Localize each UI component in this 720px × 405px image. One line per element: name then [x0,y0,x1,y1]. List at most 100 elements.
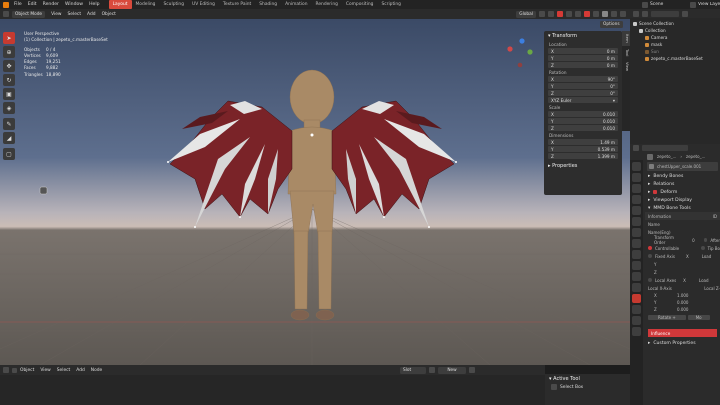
empty-object-icon[interactable] [39,186,48,195]
properties-tab-view-layer-icon[interactable] [632,195,641,204]
properties-tab-data-icon[interactable] [632,283,641,292]
rotation-z-field[interactable]: Z 0° [548,90,618,96]
deform-checkbox[interactable] [653,190,658,194]
outliner-editor-icon[interactable] [633,10,639,17]
workspace-tab-texture-paint[interactable]: Texture Paint [219,0,255,9]
scene-icon[interactable] [642,1,648,8]
wing-right[interactable] [331,100,456,227]
transform-order-value[interactable]: 0 [687,238,695,243]
move-tool[interactable]: ✥ [3,60,15,72]
after-dynamics-checkbox[interactable] [703,238,708,242]
annotate-tool[interactable]: ✎ [3,118,15,130]
section-deform[interactable]: ▸ Deform [645,188,720,196]
blender-logo-icon[interactable] [3,1,9,8]
outliner-search-input[interactable] [651,10,679,17]
outliner-row[interactable]: Scene Collection [630,20,720,27]
rotation-mode-select[interactable]: XYZ Euler ▾ [548,97,618,103]
viewport-menu-object[interactable]: Object [102,12,116,17]
properties-search-input[interactable] [642,145,688,151]
display-mode-icon[interactable] [642,10,648,17]
menu-edit[interactable]: Edit [25,2,40,7]
properties-tab-object-icon[interactable] [632,228,641,237]
properties-tab-bone-icon[interactable] [632,294,641,303]
outliner-row[interactable]: Sun [630,48,720,55]
properties-section-header[interactable]: ▸ Properties [544,161,622,171]
active-tool-header[interactable]: ▾ Active Tool [545,374,630,384]
sidebar-tab-tool[interactable]: Tool [622,46,630,59]
local-x-z-row[interactable]: Z 0.000 [645,306,720,313]
dimensions-y-field[interactable]: Y 0.539 m [548,146,618,152]
influence-field[interactable]: Influence [648,329,717,337]
local-axes-checkbox[interactable] [648,278,652,282]
scale-z-field[interactable]: Z 0.010 [548,125,618,131]
xray-icon[interactable] [593,11,599,17]
outliner-row[interactable]: Collection [630,27,720,34]
navigation-gizmo[interactable] [507,38,533,68]
rotation-x-field[interactable]: X 90° [548,76,618,82]
properties-tab-output-icon[interactable] [632,184,641,193]
pivot-icon[interactable] [539,11,545,17]
menu-window[interactable]: Window [62,2,86,7]
fixed-axis-checkbox[interactable] [648,254,652,258]
properties-tab-particles-icon[interactable] [632,250,641,259]
node-menu-add[interactable]: Add [76,368,85,373]
new-material-button[interactable]: New [438,366,466,374]
node-menu-select[interactable]: Select [57,368,71,373]
properties-tab-modifiers-icon[interactable] [632,239,641,248]
workspace-tab-modeling[interactable]: Modeling [132,0,160,9]
outliner-row[interactable]: Camera [630,34,720,41]
snap-icon[interactable] [548,11,554,17]
properties-editor-icon[interactable] [633,145,639,151]
custom-properties-section[interactable]: ▸ Custom Properties [645,339,720,347]
scale-y-field[interactable]: Y 0.010 [548,118,618,124]
dimensions-z-field[interactable]: Z 1.399 m [548,153,618,159]
gizmo-icon[interactable] [575,11,581,17]
filter-icon[interactable] [682,10,688,17]
tip-bone-checkbox[interactable] [700,246,705,250]
transform-section-header[interactable]: ▾ Transform [544,31,622,41]
workspace-tab-compositing[interactable]: Compositing [342,0,378,9]
select-box-tool[interactable]: ➤ [3,32,15,44]
view-layer-selector[interactable]: View Layer [698,2,720,7]
rotate-button[interactable]: Rotate + [648,314,686,320]
workspace-tab-scripting[interactable]: Scripting [377,0,405,9]
controllable-checkbox[interactable] [648,246,652,250]
rotation-y-field[interactable]: Y 0° [548,83,618,89]
viewport-menu-add[interactable]: Add [87,12,96,17]
outliner-row[interactable]: zepeto_c.masterBaseSet [630,55,720,62]
viewport-menu-select[interactable]: Select [68,12,82,17]
measure-tool[interactable]: ◢ [3,132,15,144]
transform-orientation-select[interactable]: Global [516,10,536,18]
editor-type-icon[interactable] [3,367,9,373]
sidebar-tab-item[interactable]: Item [622,31,630,46]
scale-x-field[interactable]: X 0.010 [548,111,618,117]
location-x-field[interactable]: X 0 m [548,48,618,54]
properties-tab-texture-icon[interactable] [632,327,641,336]
workspace-tab-uv-editing[interactable]: UV Editing [188,0,219,9]
wing-left[interactable] [168,100,293,227]
breadcrumb-object[interactable]: zepeto_... [686,154,705,159]
workspace-tab-rendering[interactable]: Rendering [311,0,341,9]
location-z-field[interactable]: Z 0 m [548,62,618,68]
menu-help[interactable]: Help [86,2,102,7]
breadcrumb-armature[interactable]: zepeto_... [657,154,676,159]
pin-icon[interactable] [469,367,475,373]
properties-tab-tool-icon[interactable] [632,162,641,171]
scale-tool[interactable]: ▣ [3,88,15,100]
properties-tab-bone-constraints-icon[interactable] [632,305,641,314]
workspace-tab-animation[interactable]: Animation [281,0,311,9]
properties-tab-world-icon[interactable] [632,217,641,226]
view-layer-icon[interactable] [690,1,696,8]
shading-rendered-icon[interactable] [620,11,626,17]
slot-select[interactable]: Slot [400,366,426,374]
location-y-field[interactable]: Y 0 m [548,55,618,61]
properties-tab-render-icon[interactable] [632,173,641,182]
workspace-tab-layout[interactable]: Layout [108,0,132,9]
workspace-tab-sculpting[interactable]: Sculpting [159,0,188,9]
browse-material-icon[interactable] [429,367,435,373]
local-x-y-row[interactable]: Y 0.000 [645,299,720,306]
menu-file[interactable]: File [11,2,25,7]
section-relations[interactable]: ▸ Relations [645,180,720,188]
dimensions-x-field[interactable]: X 1.49 m [548,139,618,145]
node-menu-view[interactable]: View [40,368,50,373]
